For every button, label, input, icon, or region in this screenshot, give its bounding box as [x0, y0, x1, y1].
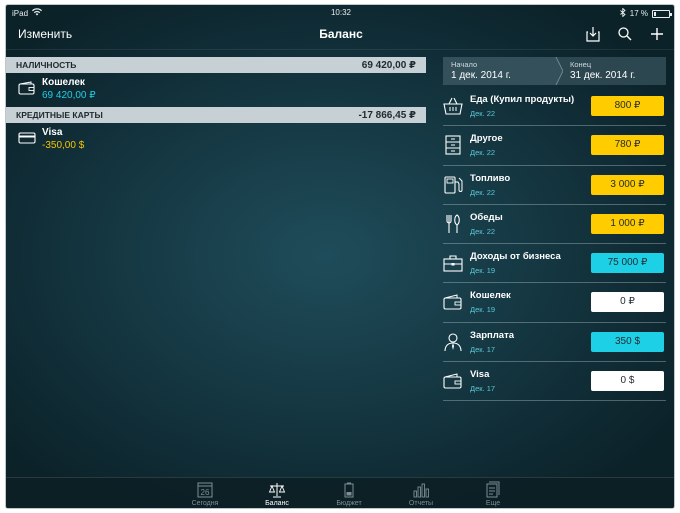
tab-label: Еще — [485, 500, 501, 507]
category-amount[interactable]: 780 ₽ — [591, 135, 664, 156]
category-amount[interactable]: 350 $ — [591, 331, 664, 352]
account-name: Кошелек — [42, 77, 85, 88]
tab-label: Баланс — [265, 500, 289, 507]
category-date: Дек. 22 — [470, 226, 496, 236]
category-name: Зарплата — [470, 329, 515, 341]
category-amount[interactable]: 1 000 ₽ — [591, 213, 664, 234]
cabinet-icon — [443, 135, 463, 155]
period-start-button[interactable]: Начало 1 дек. 2014 г. — [443, 57, 556, 85]
account-name: Visa — [42, 127, 63, 138]
tab-today[interactable]: 26 Сегодня — [169, 481, 241, 507]
calendar-day: 26 — [201, 488, 210, 497]
page-title: Баланс — [319, 27, 363, 41]
tab-budget[interactable]: Бюджет — [313, 481, 385, 507]
wallet-icon — [18, 81, 36, 95]
category-name: Другое — [470, 133, 503, 145]
bluetooth-icon — [619, 7, 626, 19]
account-row-visa[interactable]: Visa -350,00 $ — [6, 123, 426, 157]
add-icon[interactable] — [648, 25, 666, 43]
category-row[interactable]: Еда (Купил продукты) Дек. 22 800 ₽ — [443, 87, 666, 127]
section-title: КРЕДИТНЫЕ КАРТЫ — [16, 110, 103, 120]
wallet-icon — [443, 292, 463, 312]
period-end-button[interactable]: Конец 31 дек. 2014 г. — [556, 57, 666, 85]
wallet-icon — [443, 371, 463, 391]
account-balance: 69 420,00 ₽ — [42, 90, 96, 101]
bar-chart-icon — [413, 483, 429, 498]
category-amount[interactable]: 75 000 ₽ — [591, 253, 664, 274]
section-header-cash: НАЛИЧНОСТЬ 69 420,00 ₽ — [6, 57, 426, 73]
transactions-panel: Начало 1 дек. 2014 г. Конец 31 дек. 2014… — [443, 57, 666, 402]
category-date: Дек. 22 — [470, 148, 496, 158]
card-icon — [18, 131, 36, 145]
tab-label: Бюджет — [336, 500, 362, 507]
category-row[interactable]: Visa Дек. 17 0 $ — [443, 362, 666, 402]
period-start-label: Начало — [451, 60, 478, 69]
scales-icon — [268, 483, 286, 498]
category-name: Кошелек — [470, 290, 511, 302]
status-bar: iPad 10:32 17 % — [6, 5, 674, 21]
category-amount[interactable]: 0 ₽ — [591, 292, 664, 313]
category-row[interactable]: Обеды Дек. 22 1 000 ₽ — [443, 205, 666, 245]
search-icon[interactable] — [616, 25, 634, 43]
category-name: Обеды — [470, 211, 503, 223]
section-title: НАЛИЧНОСТЬ — [16, 60, 77, 70]
battery-icon — [652, 9, 672, 18]
category-date: Дек. 22 — [470, 109, 496, 118]
category-date: Дек. 19 — [470, 266, 496, 276]
category-row[interactable]: Топливо Дек. 22 3 000 ₽ — [443, 166, 666, 205]
category-list: Еда (Купил продукты) Дек. 22 800 ₽ Друго… — [443, 87, 666, 402]
category-row[interactable]: Зарплата Дек. 17 350 $ — [443, 323, 666, 363]
tab-reports[interactable]: Отчеты — [385, 481, 457, 507]
app-window: iPad 10:32 17 % Изменить Баланс НАЛИЧНОС… — [5, 4, 675, 509]
category-name: Еда (Купил продукты) — [470, 94, 575, 105]
battery-percent: 17 % — [629, 9, 648, 18]
category-amount[interactable]: 0 $ — [591, 371, 664, 392]
period-arrow-icon — [551, 57, 563, 85]
category-amount[interactable]: 800 ₽ — [591, 96, 664, 116]
calendar-icon: 26 — [197, 482, 213, 498]
basket-icon — [443, 96, 463, 116]
briefcase-icon — [443, 253, 463, 273]
accounts-panel: НАЛИЧНОСТЬ 69 420,00 ₽ Кошелек 69 420,00… — [6, 57, 426, 157]
battery-icon — [344, 482, 354, 498]
cutlery-icon — [443, 214, 463, 234]
battery-level — [654, 11, 656, 16]
nav-divider — [6, 49, 674, 50]
period-end-label: Конец — [570, 60, 592, 69]
import-icon[interactable] — [584, 25, 602, 43]
category-name: Топливо — [470, 172, 511, 184]
category-date: Дек. 19 — [470, 305, 496, 315]
category-row[interactable]: Кошелек Дек. 19 0 ₽ — [443, 283, 666, 323]
section-total: -17 866,45 ₽ — [358, 109, 416, 121]
category-row[interactable]: Другое Дек. 22 780 ₽ — [443, 126, 666, 166]
person-icon — [443, 332, 463, 352]
category-name: Доходы от бизнеса — [470, 251, 561, 263]
category-date: Дек. 17 — [470, 344, 496, 354]
period-end-value: 31 дек. 2014 г. — [570, 70, 636, 81]
tab-balance[interactable]: Баланс — [241, 481, 313, 507]
period-start-value: 1 дек. 2014 г. — [451, 70, 511, 81]
tab-label: Отчеты — [408, 500, 434, 507]
category-name: Visa — [470, 369, 490, 381]
section-total: 69 420,00 ₽ — [361, 59, 416, 71]
category-date: Дек. 22 — [470, 187, 496, 197]
navigation-bar: Изменить Баланс — [6, 21, 674, 49]
tab-label: Сегодня — [191, 500, 219, 507]
category-row[interactable]: Доходы от бизнеса Дек. 19 75 000 ₽ — [443, 244, 666, 284]
category-date: Дек. 17 — [470, 384, 496, 394]
period-selector: Начало 1 дек. 2014 г. Конец 31 дек. 2014… — [443, 57, 666, 85]
tab-bar: 26 Сегодня Баланс Бюджет Отчеты Еще — [6, 477, 674, 508]
account-balance: -350,00 $ — [42, 140, 85, 151]
status-time: 10:32 — [330, 8, 352, 17]
documents-icon — [486, 481, 500, 498]
tab-more[interactable]: Еще — [457, 481, 529, 507]
section-header-credit-cards: КРЕДИТНЫЕ КАРТЫ -17 866,45 ₽ — [6, 107, 426, 123]
fuel-icon — [443, 175, 463, 195]
account-row-wallet[interactable]: Кошелек 69 420,00 ₽ — [6, 73, 426, 107]
category-amount[interactable]: 3 000 ₽ — [591, 174, 664, 195]
